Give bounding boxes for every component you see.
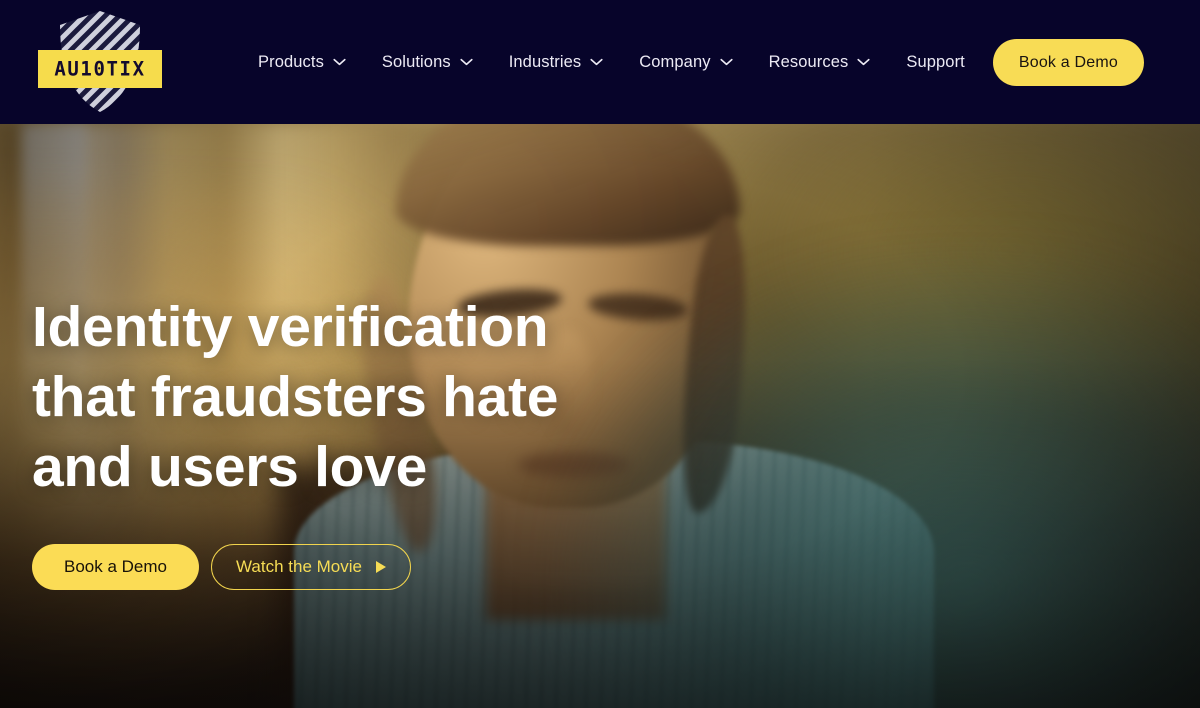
hero-headline: Identity verification that fraudsters ha… bbox=[32, 295, 559, 499]
nav-item-products[interactable]: Products bbox=[258, 53, 346, 72]
chevron-down-icon bbox=[719, 58, 733, 66]
nav-item-industries[interactable]: Industries bbox=[509, 53, 604, 72]
hero-book-a-demo-button[interactable]: Book a Demo bbox=[32, 544, 199, 590]
hero-watch-the-movie-label: Watch the Movie bbox=[236, 557, 362, 576]
nav-item-support[interactable]: Support bbox=[906, 53, 965, 72]
header-book-a-demo-button[interactable]: Book a Demo bbox=[992, 39, 1144, 86]
nav-item-label: Support bbox=[906, 52, 965, 71]
logo-wordmark: AU10TIX bbox=[54, 56, 146, 81]
site-header: AU10TIX Products Solutions Industries Co… bbox=[0, 0, 1200, 124]
nav-item-solutions[interactable]: Solutions bbox=[382, 53, 473, 72]
logo[interactable]: AU10TIX bbox=[36, 8, 164, 116]
logo-wordmark-band: AU10TIX bbox=[38, 50, 162, 88]
chevron-down-icon bbox=[857, 58, 870, 66]
hero-cta-group: Book a Demo Watch the Movie bbox=[32, 544, 558, 590]
main-navigation: Products Solutions Industries Company Re… bbox=[258, 0, 965, 124]
nav-item-label: Products bbox=[258, 52, 324, 71]
nav-item-label: Company bbox=[639, 52, 711, 71]
chevron-down-icon bbox=[460, 58, 473, 66]
hero-content: Identity verification that fraudsters ha… bbox=[32, 292, 558, 590]
nav-item-label: Solutions bbox=[381, 52, 451, 71]
nav-item-company[interactable]: Company bbox=[639, 52, 733, 72]
hero-section: Identity verification that fraudsters ha… bbox=[0, 124, 1200, 708]
play-triangle-icon bbox=[375, 561, 386, 573]
page-root: AU10TIX Products Solutions Industries Co… bbox=[0, 0, 1200, 708]
hero-watch-the-movie-button[interactable]: Watch the Movie bbox=[211, 544, 411, 590]
nav-item-label: Industries bbox=[508, 52, 582, 71]
nav-item-resources[interactable]: Resources bbox=[769, 53, 871, 72]
nav-item-label: Resources bbox=[768, 52, 849, 71]
chevron-down-icon bbox=[590, 58, 603, 66]
chevron-down-icon bbox=[333, 58, 346, 66]
